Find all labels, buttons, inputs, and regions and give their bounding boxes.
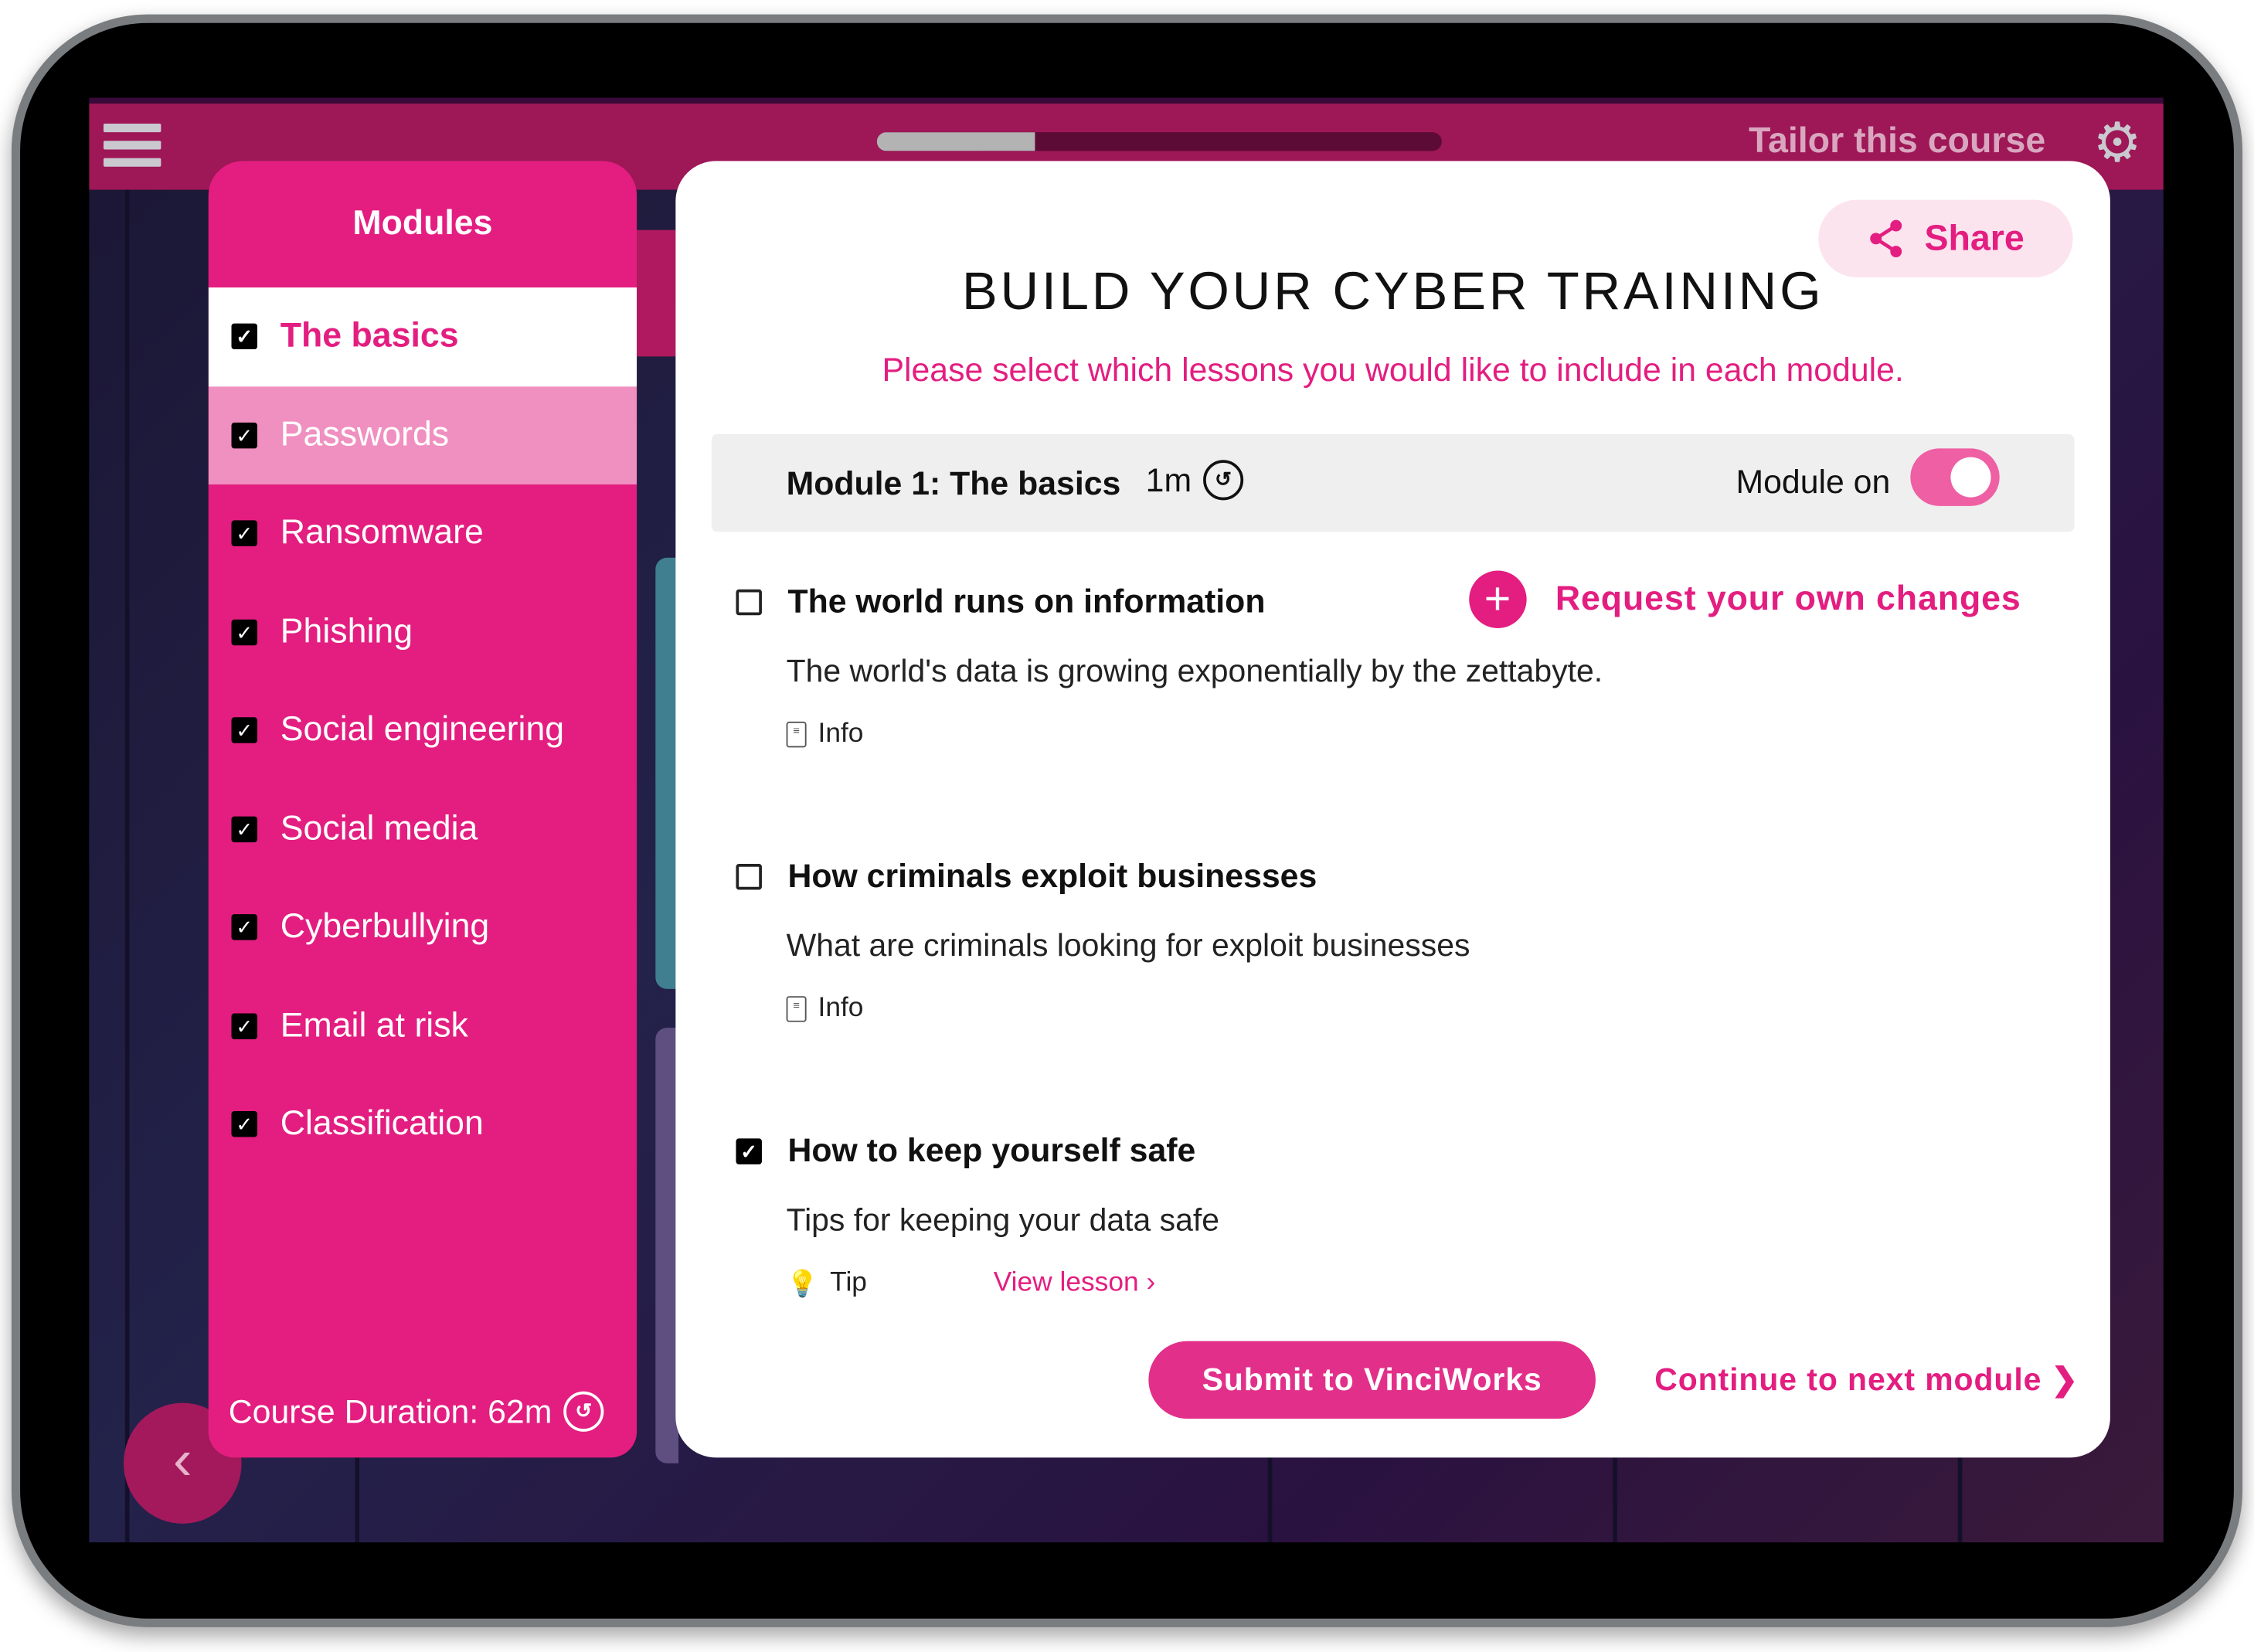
module-name: Module 1: The basics bbox=[786, 464, 1121, 502]
lesson-checkbox[interactable] bbox=[736, 588, 762, 615]
lesson-checkbox[interactable]: ✓ bbox=[736, 1137, 762, 1164]
sidebar-item-label: The basics bbox=[280, 316, 459, 355]
lesson-description: The world's data is growing exponentiall… bbox=[786, 652, 1603, 689]
lesson-item: ✓ How to keep yourself safe Tips for keep… bbox=[736, 1131, 2029, 1300]
lesson-description: What are criminals looking for exploit b… bbox=[786, 926, 1470, 964]
checkbox[interactable]: ✓ bbox=[231, 1013, 257, 1039]
course-progress-bar bbox=[876, 132, 1442, 151]
tailor-course-label[interactable]: Tailor this course bbox=[1749, 121, 2045, 162]
lightbulb-icon: 💡 bbox=[786, 1268, 819, 1297]
checkbox[interactable]: ✓ bbox=[231, 717, 257, 744]
sidebar-item-social-media[interactable]: ✓ Social media bbox=[209, 780, 637, 878]
lesson-description: Tips for keeping your data safe bbox=[786, 1202, 1219, 1238]
lesson-title: How to keep yourself safe bbox=[787, 1131, 1196, 1169]
share-icon bbox=[1869, 219, 1902, 257]
page-subtitle: Please select which lessons you would li… bbox=[882, 350, 1904, 389]
gear-icon[interactable]: ⚙ bbox=[2092, 117, 2144, 172]
submit-button[interactable]: Submit to VinciWorks bbox=[1148, 1341, 1596, 1419]
module-toggle-label: Module on bbox=[1736, 463, 1891, 501]
checkbox[interactable]: ✓ bbox=[231, 324, 257, 350]
modules-sidebar: Modules ✓ The basics ✓ Passwords ✓ Ransomware… bbox=[208, 161, 637, 1458]
hamburger-icon[interactable] bbox=[103, 123, 161, 167]
main-card: Share BUILD YOUR CYBER TRAINING Please s… bbox=[675, 161, 2110, 1458]
sidebar-item-classification[interactable]: ✓ Classification bbox=[209, 1076, 637, 1174]
checkbox[interactable]: ✓ bbox=[231, 520, 257, 547]
share-label: Share bbox=[1924, 217, 2025, 258]
sidebar-item-label: Ransomware bbox=[280, 513, 484, 552]
lesson-checkbox[interactable] bbox=[736, 863, 762, 889]
lesson-title: The world runs on information bbox=[787, 582, 1266, 620]
sidebar-item-phishing[interactable]: ✓ Phishing bbox=[209, 583, 637, 681]
module-duration-text: 1m bbox=[1145, 461, 1192, 498]
sidebar-item-label: Email at risk bbox=[280, 1005, 468, 1045]
lesson-title: How criminals exploit businesses bbox=[787, 856, 1317, 895]
clock-icon: ↺ bbox=[563, 1391, 604, 1432]
clock-icon: ↺ bbox=[1202, 460, 1244, 501]
document-icon: ≡ bbox=[786, 996, 807, 1022]
sidebar-item-label: Classification bbox=[280, 1104, 484, 1144]
sidebar-item-label: Social media bbox=[280, 808, 478, 848]
sidebar-item-email-at-risk[interactable]: ✓ Email at risk bbox=[209, 977, 637, 1075]
sidebar-item-passwords[interactable]: ✓ Passwords bbox=[208, 386, 637, 484]
checkbox[interactable]: ✓ bbox=[231, 816, 257, 842]
sidebar-item-label: Phishing bbox=[280, 612, 413, 651]
checkbox[interactable]: ✓ bbox=[231, 619, 257, 645]
lesson-type[interactable]: Info bbox=[818, 719, 864, 750]
document-icon: ≡ bbox=[786, 721, 807, 748]
checkbox[interactable]: ✓ bbox=[231, 914, 257, 941]
page-title: BUILD YOUR CYBER TRAINING bbox=[961, 261, 1824, 321]
sidebar-item-the-basics[interactable]: ✓ The basics bbox=[208, 287, 637, 386]
lesson-item: How criminals exploit businesses What ar… bbox=[736, 857, 2029, 1025]
sidebar-item-label: Cyberbullying bbox=[280, 907, 490, 947]
module-on-toggle[interactable] bbox=[1910, 448, 2000, 506]
background-panel bbox=[637, 229, 676, 357]
sidebar-item-ransomware[interactable]: ✓ Ransomware bbox=[209, 484, 637, 583]
lesson-type[interactable]: Tip bbox=[830, 1268, 867, 1300]
module-duration: 1m ↺ bbox=[1145, 460, 1244, 501]
checkbox[interactable]: ✓ bbox=[231, 422, 257, 448]
progress-fill bbox=[876, 132, 1035, 151]
sidebar-item-label: Passwords bbox=[280, 415, 450, 454]
view-lesson-link[interactable]: View lesson › bbox=[994, 1268, 1156, 1300]
checkbox[interactable]: ✓ bbox=[231, 1111, 257, 1137]
continue-next-module-link[interactable]: Continue to next module ❯ bbox=[1654, 1361, 2079, 1399]
course-duration-text: Course Duration: 62m bbox=[228, 1392, 552, 1430]
lesson-type[interactable]: Info bbox=[818, 993, 864, 1025]
module-header: Module 1: The basics 1m ↺ Module on bbox=[711, 433, 2075, 532]
sidebar-item-social-engineering[interactable]: ✓ Social engineering bbox=[209, 682, 637, 780]
sidebar-item-label: Social engineering bbox=[280, 710, 565, 750]
course-duration: Course Duration: 62m ↺ bbox=[228, 1391, 604, 1432]
sidebar-item-cyberbullying[interactable]: ✓ Cyberbullying bbox=[209, 879, 637, 977]
sidebar-title: Modules bbox=[352, 204, 493, 243]
lesson-item: The world runs on information The world'… bbox=[736, 582, 2029, 750]
